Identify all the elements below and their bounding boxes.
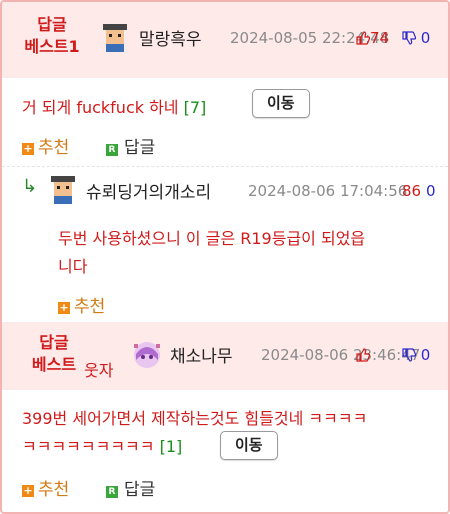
reply-label: 답글: [124, 138, 156, 158]
comment-text-line: 399번 세어가면서 제작하는것도 힘들것네 ㅋㅋㅋㅋ: [22, 409, 368, 428]
thumb-down-icon: [402, 348, 416, 362]
badge-line1: 답글: [39, 333, 69, 352]
downvote[interactable]: 0: [402, 346, 430, 364]
plus-icon: +: [22, 484, 34, 497]
upvote-count[interactable]: 86: [402, 182, 421, 200]
recommend-label: 추천: [74, 297, 106, 317]
comment-date: 2024-08-06 23:46:47: [261, 346, 421, 364]
best-badge: 답글 베스트1: [22, 14, 82, 58]
comment-text: 399번 세어가면서 제작하는것도 힘들것네 ㅋㅋㅋㅋ ㅋㅋㅋㅋㅋㅋㅋㅋㅋ [1…: [22, 405, 367, 461]
badge-line2: 베스트: [31, 355, 77, 374]
downvote-count: 0: [420, 29, 431, 47]
reply-r-icon: R: [106, 486, 118, 498]
upvote[interactable]: 74: [356, 29, 389, 47]
nickname[interactable]: 말랑흑우: [139, 25, 202, 50]
nickname[interactable]: 채소나무: [170, 342, 233, 367]
comment-text-line: 니다: [58, 257, 88, 276]
upvote[interactable]: [356, 346, 370, 364]
comment-text-line: 두번 사용하셨으니 이 글은 R19등급이 되었읍: [58, 229, 366, 248]
badge-line2: 베스트1: [24, 37, 80, 56]
reply-arrow-icon: ↳: [22, 176, 38, 197]
comment-list: 답글 베스트1 말랑흑우 2024-08-05 22:24:48 74 0 거 …: [0, 0, 450, 514]
reply-label: 답글: [124, 480, 156, 500]
divider: [2, 166, 448, 167]
reply-button[interactable]: R 답글: [106, 133, 155, 158]
plus-icon: +: [58, 301, 70, 314]
thumb-down-icon: [402, 31, 416, 45]
recommend-label: 추천: [38, 138, 70, 158]
downvote-count[interactable]: 0: [426, 182, 436, 200]
best-badge: 답글 베스트: [20, 332, 88, 376]
comment-text: 두번 사용하셨으니 이 글은 R19등급이 되었읍 니다: [58, 225, 365, 281]
badge-suffix: 웃자: [84, 361, 114, 380]
reply-r-icon: R: [106, 144, 118, 156]
avatar[interactable]: [48, 174, 78, 204]
comment-date: 2024-08-06 17:04:56: [248, 182, 408, 200]
avatar[interactable]: [100, 22, 130, 52]
recommend-label: 추천: [38, 480, 70, 500]
recommend-button[interactable]: + 추천: [22, 475, 69, 500]
comment-text-line: ㅋㅋㅋㅋㅋㅋㅋㅋㅋ: [22, 437, 155, 456]
recommend-button[interactable]: + 추천: [58, 292, 105, 317]
comment-text-content: 거 되게 fuckfuck 하네: [22, 98, 179, 117]
thumb-up-icon: [356, 348, 370, 362]
recommend-button[interactable]: + 추천: [22, 133, 69, 158]
plus-icon: +: [22, 142, 34, 155]
move-button[interactable]: 이동: [220, 431, 278, 460]
avatar[interactable]: [132, 340, 162, 370]
upvote-count: 74: [370, 29, 390, 47]
badge-line1: 답글: [37, 15, 67, 34]
reply-count[interactable]: [1]: [160, 437, 183, 456]
move-button[interactable]: 이동: [252, 89, 310, 118]
downvote[interactable]: 0: [402, 29, 430, 47]
downvote-count: 0: [420, 346, 431, 364]
reply-button[interactable]: R 답글: [106, 475, 155, 500]
comment-text: 거 되게 fuckfuck 하네 [7]: [22, 94, 206, 118]
nickname[interactable]: 슈뢰딩거의개소리: [86, 178, 211, 203]
reply-count[interactable]: [7]: [184, 98, 207, 117]
thumb-up-icon: [356, 31, 370, 45]
